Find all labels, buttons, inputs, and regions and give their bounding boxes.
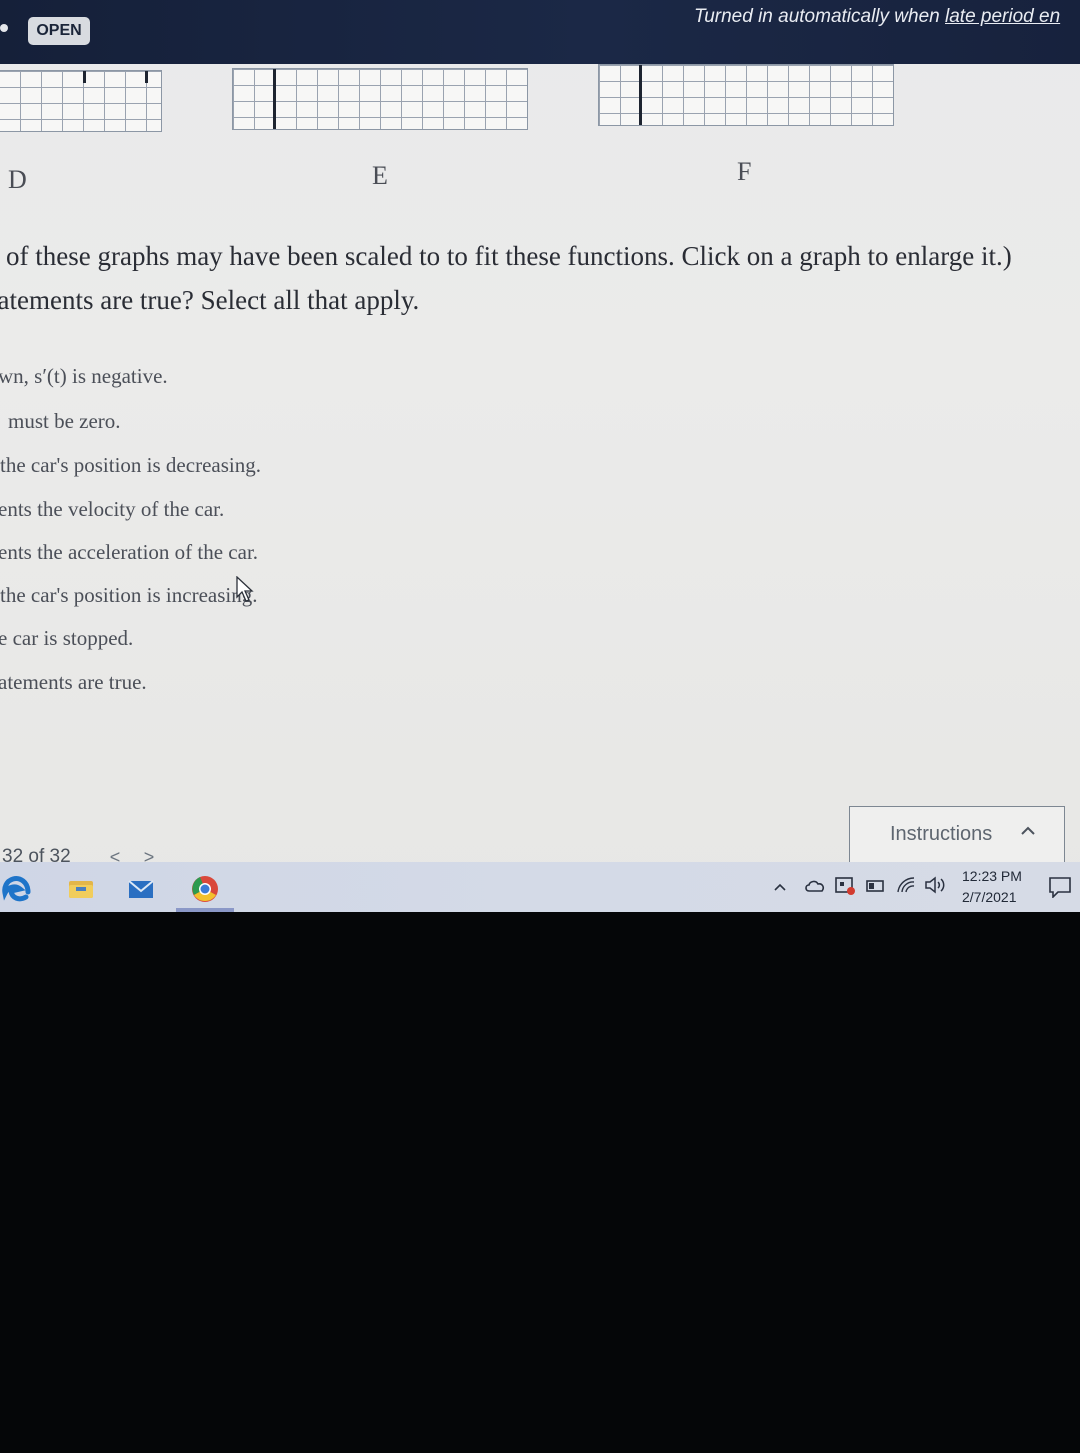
file-explorer-icon[interactable] [66, 874, 96, 904]
graph-label-d: D [8, 165, 27, 194]
header-dot [0, 24, 8, 32]
question-line-2: tatements are true? Select all that appl… [0, 285, 420, 315]
battery-icon[interactable] [866, 880, 886, 892]
due-info: Turned in automatically when late period… [694, 6, 1080, 34]
status-badge: OPEN [28, 17, 90, 45]
windows-taskbar: 12:23 PM 2/7/2021 [0, 862, 1080, 912]
volume-icon[interactable] [924, 876, 948, 894]
graph-e-thumbnail[interactable] [232, 68, 528, 130]
graph-d-thumbnail[interactable] [0, 70, 162, 132]
answer-option[interactable]: ents the acceleration of the car. [0, 540, 258, 565]
answer-option[interactable]: wn, s′(t) is negative. [0, 364, 168, 389]
graph-d-axis-mark [83, 71, 86, 83]
network-icon[interactable] [834, 876, 856, 896]
question-line-1: of these graphs may have been scaled to … [6, 241, 1012, 271]
answer-option[interactable]: e car is stopped. [0, 626, 133, 651]
clock-time: 12:23 PM [962, 868, 1022, 884]
answer-option[interactable]: the car's position is decreasing. [0, 453, 261, 478]
chrome-icon[interactable] [190, 874, 220, 904]
mail-icon[interactable] [126, 874, 156, 904]
instructions-label: Instructions [890, 823, 993, 845]
laptop-keyboard-area [0, 912, 1080, 1453]
assignment-header: OPEN Turned in automatically when late p… [0, 0, 1080, 64]
due-info-text: Turned in automatically when [694, 6, 945, 27]
late-period-link[interactable]: late period en [945, 6, 1060, 27]
graph-d-axis-mark [145, 71, 148, 83]
graph-label-f: F [737, 157, 752, 186]
browser-viewport: OPEN Turned in automatically when late p… [0, 0, 1080, 912]
instructions-tab[interactable]: Instructions [849, 806, 1065, 866]
graph-e-y-axis [273, 69, 276, 129]
edge-icon[interactable] [2, 874, 32, 904]
onedrive-icon[interactable] [804, 878, 826, 894]
show-hidden-icons[interactable] [772, 880, 788, 894]
answer-option[interactable]: must be zero. [8, 409, 121, 434]
answer-option[interactable]: atements are true. [0, 670, 147, 695]
mouse-cursor-icon [236, 576, 254, 602]
answer-option[interactable]: the car's position is increasing. [0, 583, 257, 608]
system-clock[interactable]: 12:23 PM 2/7/2021 [962, 866, 1038, 908]
graph-f-y-axis [639, 65, 642, 125]
graph-f-thumbnail[interactable] [598, 64, 894, 126]
chevron-up-icon [1021, 826, 1035, 835]
answer-option[interactable]: ents the velocity of the car. [0, 497, 224, 522]
clock-date: 2/7/2021 [962, 889, 1017, 905]
wifi-icon[interactable] [896, 876, 916, 894]
notification-center-icon[interactable] [1048, 876, 1072, 898]
graph-label-e: E [372, 161, 388, 190]
